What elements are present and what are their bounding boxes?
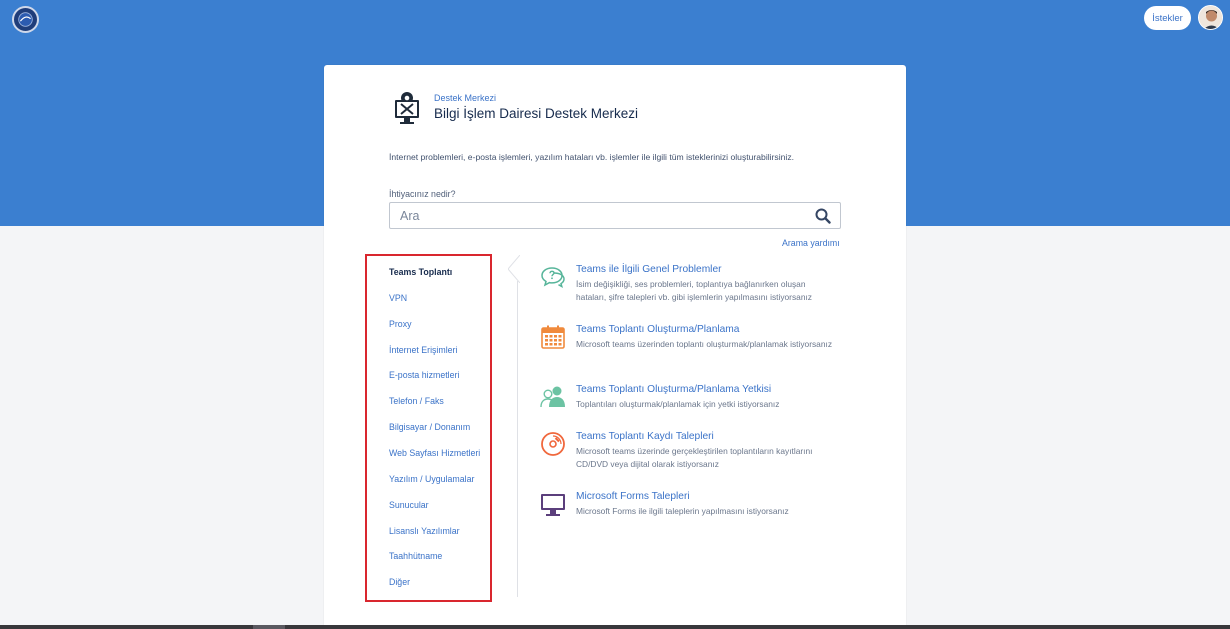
request-type-title[interactable]: Teams ile İlgili Genel Problemler — [576, 264, 722, 275]
monitor-icon — [541, 494, 565, 516]
help-center-card: Destek Merkezi Bilgi İşlem Dairesi Deste… — [324, 65, 906, 629]
category-item[interactable]: Bilgisayar / Donanım — [389, 422, 470, 432]
taskbar-strip — [0, 625, 1230, 629]
category-item[interactable]: Web Sayfası Hizmetleri — [389, 448, 480, 458]
category-item[interactable]: VPN — [389, 293, 407, 303]
page-description: İnternet problemleri, e-posta işlemleri,… — [389, 152, 794, 162]
calendar-icon — [541, 325, 565, 349]
request-type-title[interactable]: Teams Toplantı Kaydı Talepleri — [576, 431, 714, 442]
avatar[interactable] — [1198, 5, 1223, 30]
support-gear-icon — [395, 92, 419, 124]
active-pointer — [508, 255, 520, 283]
category-item[interactable]: Sunucular — [389, 500, 429, 510]
search-help-link[interactable]: Arama yardımı — [782, 238, 840, 248]
request-type-description: Toplantıları oluşturmak/planlamak için y… — [576, 399, 780, 409]
request-type-description: Microsoft teams üzerinden toplantı oluşt… — [576, 339, 833, 349]
category-item[interactable]: Taahhütname — [389, 551, 442, 561]
category-item[interactable]: Proxy — [389, 319, 412, 329]
breadcrumb[interactable]: Destek Merkezi — [434, 93, 496, 103]
request-type-description: Microsoft teams üzerinde gerçekleştirile… — [576, 446, 813, 469]
request-type-title[interactable]: Teams Toplantı Oluşturma/Planlama Yetkis… — [576, 384, 771, 395]
category-item[interactable]: Telefon / Faks — [389, 396, 444, 406]
search-label: İhtiyacınız nedir? — [389, 189, 456, 199]
page-title: Bilgi İşlem Dairesi Destek Merkezi — [434, 106, 639, 121]
logo[interactable] — [12, 6, 39, 33]
category-item[interactable]: Yazılım / Uygulamalar — [389, 474, 474, 484]
requests-button[interactable]: İstekler — [1144, 6, 1191, 30]
category-item[interactable]: İnternet Erişimleri — [389, 345, 457, 355]
users-icon — [540, 386, 565, 408]
search-box[interactable] — [389, 202, 841, 229]
search-input[interactable] — [390, 203, 810, 228]
request-type-description: Microsoft Forms ile ilgili taleplerin ya… — [576, 506, 789, 516]
divider — [517, 281, 518, 597]
chat-question-icon — [541, 267, 565, 289]
request-type-title[interactable]: Teams Toplantı Oluşturma/Planlama — [576, 324, 739, 335]
category-nav: Teams Toplantı VPN Proxy İnternet Erişim… — [365, 254, 492, 602]
taskbar-segment — [253, 625, 285, 629]
disc-icon — [541, 432, 565, 456]
request-type-title[interactable]: Microsoft Forms Talepleri — [576, 491, 690, 502]
logo-icon — [18, 12, 33, 27]
search-icon[interactable] — [815, 208, 831, 224]
category-item[interactable]: Teams Toplantı — [389, 267, 452, 277]
request-type-description: İsim değişikliği, ses problemleri, topla… — [576, 279, 812, 302]
category-item[interactable]: E-posta hizmetleri — [389, 370, 459, 380]
category-item[interactable]: Diğer — [389, 577, 410, 587]
category-item[interactable]: Lisanslı Yazılımlar — [389, 526, 460, 536]
